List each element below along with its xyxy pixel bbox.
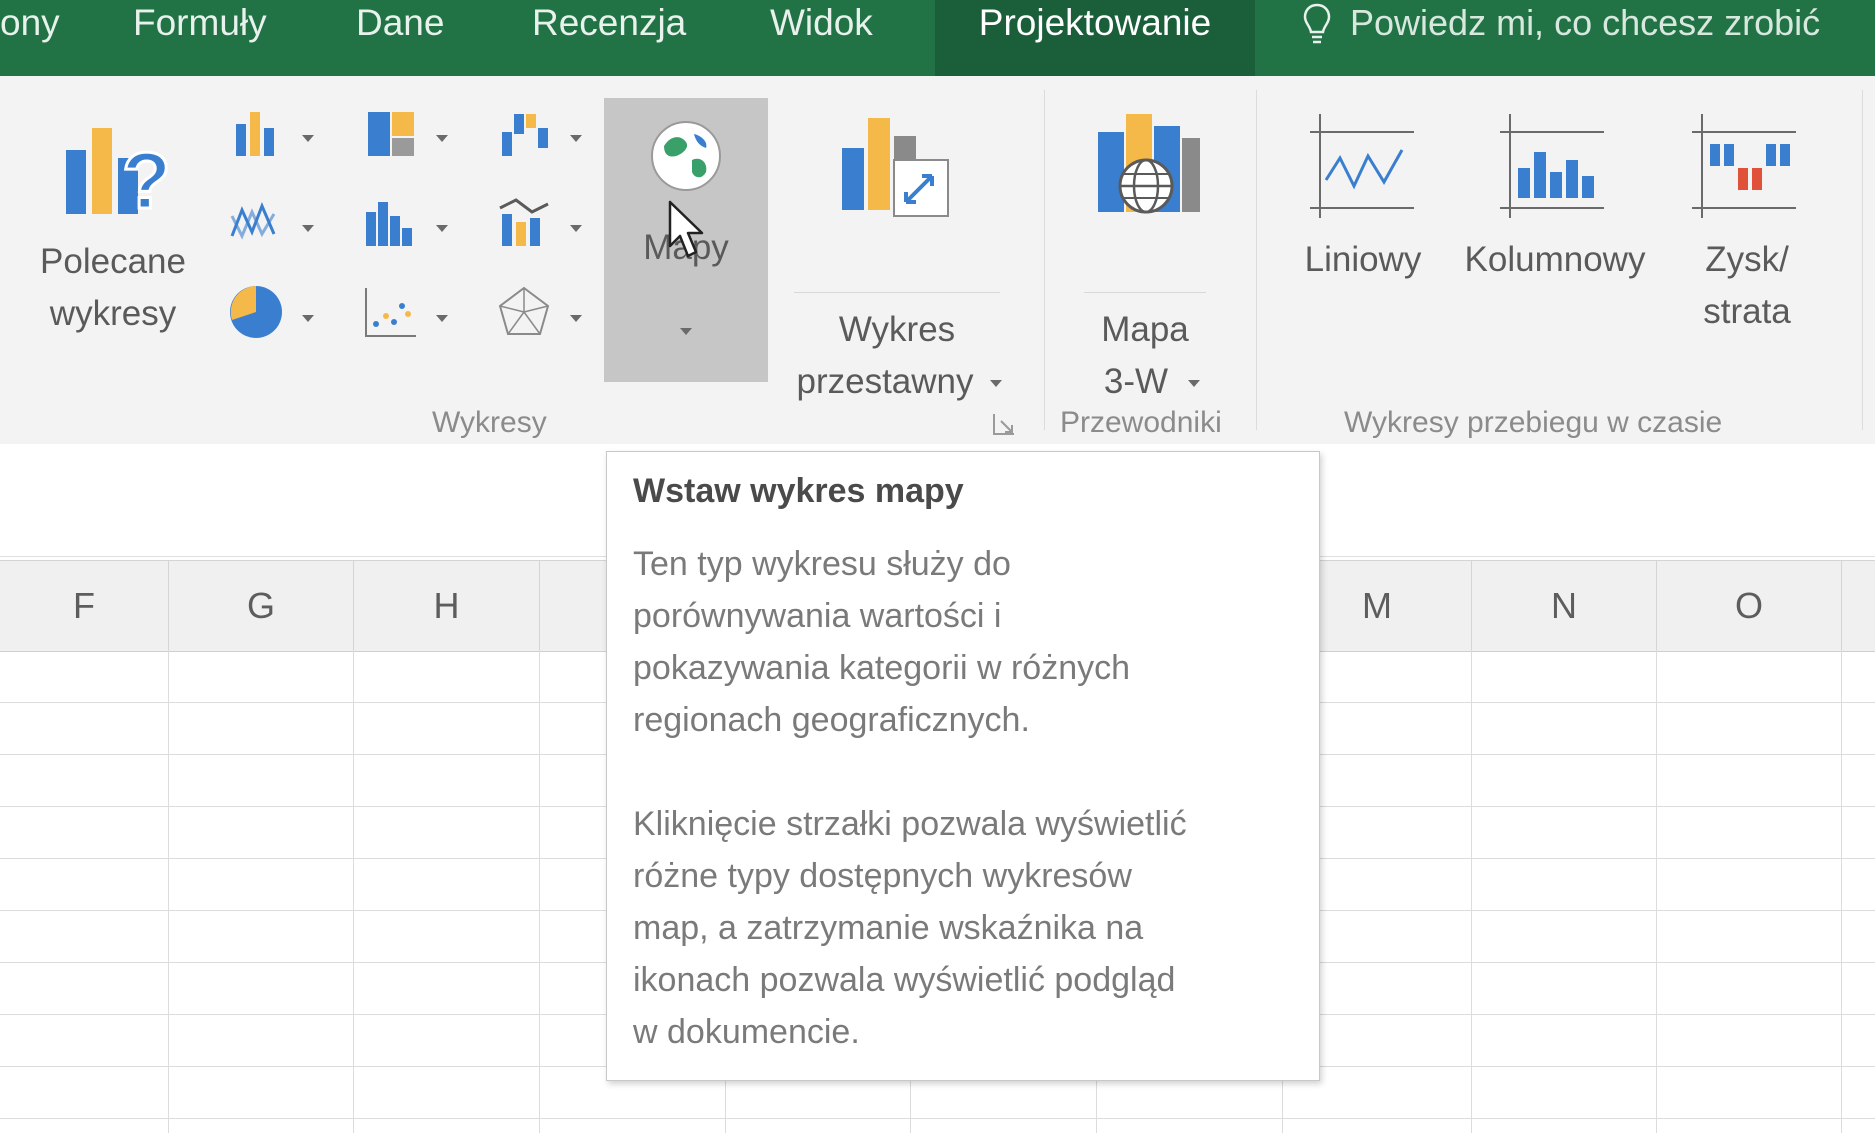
group-separator <box>1862 90 1863 430</box>
tell-me-search[interactable]: Powiedz mi, co chcesz zrobić <box>1350 0 1820 46</box>
chevron-down-icon <box>1188 380 1200 387</box>
chevron-down-icon <box>570 135 582 142</box>
pivot-chart-label-1: Wykres <box>838 310 956 349</box>
chevron-down-icon <box>570 315 582 322</box>
tab-data[interactable]: Dane <box>356 0 444 76</box>
recommended-charts-button[interactable]: ? Polecane wykresy <box>28 100 198 360</box>
tooltip-line: Ten typ wykresu służy do <box>633 545 1011 583</box>
treemap-chart-icon <box>368 112 414 156</box>
group-label-tours: Przewodniki <box>1060 406 1222 439</box>
combo-chart-icon <box>499 198 549 246</box>
split-divider <box>794 292 1000 293</box>
chevron-down-icon <box>990 380 1002 387</box>
pivot-chart-label-2: przestawny <box>796 362 974 401</box>
ribbon: ? Polecane wykresy Wykres przestawny Wyk… <box>0 76 1875 445</box>
3d-map-icon <box>1098 114 1200 214</box>
scatter-chart-icon <box>365 288 416 337</box>
radar-chart-button[interactable] <box>494 282 590 360</box>
chevron-down-icon <box>302 315 314 322</box>
histogram-chart-icon <box>366 202 412 246</box>
pie-chart-icon <box>230 286 282 338</box>
sparkline-column-icon <box>1500 114 1604 218</box>
pie-chart-button[interactable] <box>226 282 322 360</box>
waterfall-chart-button[interactable] <box>494 102 590 180</box>
chevron-down-icon <box>436 225 448 232</box>
tooltip-line: różne typy dostępnych wykresów <box>633 857 1132 895</box>
column-header-h[interactable]: H <box>354 561 540 651</box>
chevron-down-icon <box>302 135 314 142</box>
tooltip-line: regionach geograficznych. <box>633 701 1030 739</box>
tooltip-line: pokazywania kategorii w różnych <box>633 649 1131 687</box>
column-chart-icon <box>236 112 274 156</box>
recommended-charts-label-1: Polecane <box>40 242 186 281</box>
tooltip-description: Ten typ wykresu służy do porównywania wa… <box>633 538 1293 746</box>
group-separator <box>1256 90 1257 430</box>
tab-review[interactable]: Recenzja <box>532 0 686 76</box>
recommended-charts-label-2: wykresy <box>49 294 177 333</box>
recommended-charts-icon: ? <box>66 128 172 227</box>
split-divider <box>1084 292 1206 293</box>
dialog-launcher-icon[interactable] <box>992 412 1016 436</box>
chevron-down-icon <box>302 225 314 232</box>
group-separator <box>1044 90 1045 430</box>
sparkline-winloss-label-2: strata <box>1703 292 1791 331</box>
sparkline-column-button[interactable]: Kolumnowy <box>1452 100 1658 300</box>
3d-map-button[interactable]: Mapa 3-W <box>1060 100 1230 401</box>
sparkline-winloss-icon <box>1692 114 1796 218</box>
sparkline-line-label: Liniowy <box>1304 240 1422 279</box>
tooltip-hint: Kliknięcie strzałki pozwala wyświetlić r… <box>633 798 1293 1058</box>
chevron-down-icon <box>680 328 692 335</box>
tab-formulas[interactable]: Formuły <box>133 0 267 76</box>
sparkline-winloss-label-1: Zysk/ <box>1705 240 1789 279</box>
maps-tooltip: Wstaw wykres mapy Ten typ wykresu służy … <box>606 451 1320 1081</box>
waterfall-chart-icon <box>502 114 548 156</box>
combo-chart-button[interactable] <box>494 192 590 270</box>
chevron-down-icon <box>570 225 582 232</box>
tooltip-line: Kliknięcie strzałki pozwala wyświetlić <box>633 805 1187 843</box>
column-header-f[interactable]: F <box>0 561 169 651</box>
tooltip-title: Wstaw wykres mapy <box>633 472 964 510</box>
tab-design[interactable]: Projektowanie <box>935 0 1255 76</box>
tab-view[interactable]: Widok <box>770 0 873 76</box>
tooltip-line: porównywania wartości i <box>633 597 1002 635</box>
pivot-chart-icon <box>842 118 949 217</box>
lightbulb-icon <box>1303 3 1331 44</box>
hierarchy-chart-button[interactable] <box>360 102 456 180</box>
sparkline-line-icon <box>1310 114 1414 218</box>
column-header-n[interactable]: N <box>1472 561 1657 651</box>
scatter-chart-button[interactable] <box>360 282 456 360</box>
line-chart-button[interactable] <box>226 192 322 270</box>
radar-chart-icon <box>498 286 550 335</box>
column-header-o[interactable]: O <box>1657 561 1842 651</box>
sparkline-winloss-button[interactable]: Zysk/ strata <box>1680 100 1814 360</box>
tooltip-line: ikonach pozwala wyświetlić podgląd <box>633 961 1176 999</box>
tooltip-line: map, a zatrzymanie wskaźnika na <box>633 909 1144 947</box>
3d-map-label-1: Mapa <box>1101 310 1189 349</box>
column-header-g[interactable]: G <box>169 561 354 651</box>
tab-partial[interactable]: ony <box>0 0 60 76</box>
tooltip-line: w dokumencie. <box>633 1013 860 1051</box>
sparkline-column-label: Kolumnowy <box>1464 240 1646 279</box>
statistic-chart-button[interactable] <box>360 192 456 270</box>
group-label-sparklines: Wykresy przebiegu w czasie <box>1344 406 1723 439</box>
chevron-down-icon <box>436 135 448 142</box>
column-chart-button[interactable] <box>226 102 322 180</box>
sparkline-line-button[interactable]: Liniowy <box>1292 100 1434 300</box>
ribbon-tab-bar: ony Formuły Dane Recenzja Widok Projekto… <box>0 0 1875 76</box>
chevron-down-icon <box>436 315 448 322</box>
group-label-charts: Wykresy <box>432 406 547 439</box>
svg-text:?: ? <box>122 136 171 225</box>
mouse-cursor-icon <box>668 200 704 258</box>
pivot-chart-button[interactable]: Wykres przestawny <box>782 100 1012 401</box>
globe-icon <box>651 121 721 191</box>
line-chart-icon <box>230 202 276 240</box>
